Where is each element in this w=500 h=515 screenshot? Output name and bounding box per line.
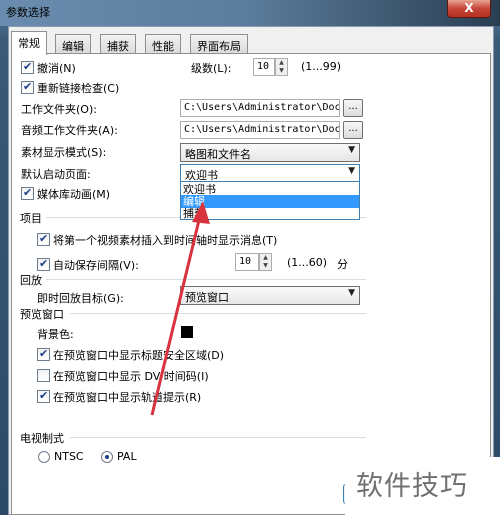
ntsc-radio[interactable]	[38, 451, 50, 463]
levels-range: (1...99)	[301, 60, 342, 73]
levels-label: 级数(L):	[191, 62, 232, 75]
media-anim-checkbox[interactable]	[21, 186, 34, 200]
title-safe-label: 在预览窗口中显示标题安全区域(D)	[53, 349, 225, 362]
autosave-up-icon[interactable]: ▲	[260, 254, 271, 262]
start-page-label: 默认启动页面:	[21, 168, 91, 181]
tv-system-section-title: 电视制式	[20, 432, 64, 445]
project-section-title: 项目	[20, 212, 42, 225]
autosave-range: (1...60)	[287, 256, 328, 269]
levels-input[interactable]: 10	[253, 58, 275, 76]
insert-first-checkbox[interactable]	[37, 232, 50, 246]
tab-edit[interactable]: 编辑	[55, 34, 91, 54]
preview-section-title: 预览窗口	[20, 308, 64, 321]
autosave-down-icon[interactable]: ▼	[260, 262, 271, 270]
autosave-stepper[interactable]: ▲ ▼	[259, 253, 272, 271]
levels-down-icon[interactable]: ▼	[276, 67, 287, 75]
tab-general[interactable]: 常规	[11, 31, 47, 55]
clip-display-value: 略图和文件名	[185, 148, 251, 161]
dv-timecode-label: 在预览窗口中显示 DV 时间码(I)	[53, 370, 209, 383]
chevron-down-icon: ▼	[348, 166, 355, 176]
autosave-label: 自动保存间隔(V):	[53, 259, 139, 272]
start-page-dropdown: 欢迎书 编辑 捕获	[180, 181, 360, 220]
title-bar[interactable]: 参数选择	[0, 0, 500, 26]
pal-radio[interactable]	[101, 451, 113, 463]
tab-performance[interactable]: 性能	[145, 34, 181, 54]
divider	[70, 313, 366, 314]
ntsc-label: NTSC	[54, 450, 84, 463]
track-hint-label: 在预览窗口中显示轨道提示(R)	[53, 391, 202, 404]
work-folder-input[interactable]: C:\Users\Administrator\Docum	[180, 99, 340, 117]
clip-display-select[interactable]: 略图和文件名 ▼	[180, 143, 360, 162]
undo-checkbox[interactable]	[21, 60, 34, 74]
levels-up-icon[interactable]: ▲	[276, 59, 287, 67]
tab-interface-layout[interactable]: 界面布局	[190, 34, 248, 54]
autosave-input[interactable]: 10	[235, 253, 259, 271]
levels-stepper[interactable]: ▲ ▼	[275, 58, 288, 76]
track-hint-checkbox[interactable]	[37, 389, 50, 403]
dv-timecode-checkbox[interactable]	[37, 369, 50, 382]
audio-folder-label: 音频工作文件夹(A):	[21, 124, 118, 137]
playback-target-value: 预览窗口	[185, 291, 229, 304]
start-page-option-capture[interactable]: 捕获	[181, 207, 359, 220]
audio-folder-input[interactable]: C:\Users\Administrator\Docum	[180, 121, 340, 139]
watermark: 软件技巧	[345, 457, 500, 515]
audio-folder-browse-button[interactable]: ...	[343, 121, 363, 139]
title-safe-checkbox[interactable]	[37, 347, 50, 361]
playback-section-title: 回放	[20, 274, 42, 287]
work-folder-browse-button[interactable]: ...	[343, 99, 363, 117]
bg-color-swatch[interactable]	[181, 326, 193, 338]
close-button[interactable]: X	[447, 0, 491, 18]
undo-label: 撤消(N)	[37, 62, 76, 75]
playback-target-label: 即时回放目标(G):	[37, 292, 124, 305]
tab-capture[interactable]: 捕获	[100, 34, 136, 54]
autosave-checkbox[interactable]	[37, 257, 50, 271]
playback-target-select[interactable]: 预览窗口 ▼	[180, 286, 360, 305]
media-anim-label: 媒体库动画(M)	[37, 188, 111, 201]
chevron-down-icon: ▼	[348, 145, 355, 155]
window-title: 参数选择	[6, 6, 50, 19]
pal-label: PAL	[117, 450, 137, 463]
chevron-down-icon: ▼	[348, 288, 355, 298]
insert-first-label: 将第一个视频素材插入到时间轴时显示消息(T)	[53, 234, 278, 247]
work-folder-label: 工作文件夹(O):	[21, 103, 97, 116]
autosave-unit: 分	[337, 258, 348, 271]
bg-color-label: 背景色:	[37, 328, 74, 341]
divider	[70, 437, 366, 438]
relink-checkbox[interactable]	[21, 80, 34, 94]
divider	[46, 279, 366, 280]
relink-label: 重新链接检查(C)	[37, 82, 120, 95]
clip-display-label: 素材显示模式(S):	[21, 146, 107, 159]
